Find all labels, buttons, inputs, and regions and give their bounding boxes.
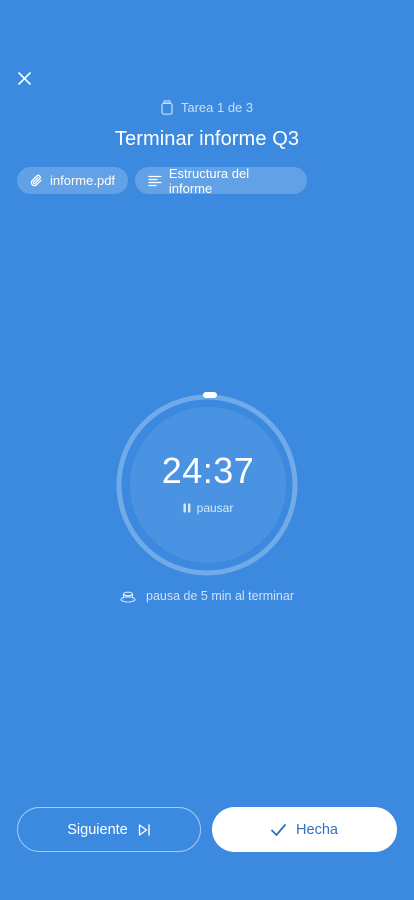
done-label: Hecha xyxy=(296,821,338,838)
checkmark-icon xyxy=(271,823,286,836)
pause-button[interactable]: pausar xyxy=(160,498,256,518)
break-note-label: pausa de 5 min al terminar xyxy=(146,589,294,603)
break-note: pausa de 5 min al terminar xyxy=(0,589,414,603)
next-task-label: Siguiente xyxy=(67,821,128,838)
task-title: Terminar informe Q3 xyxy=(114,128,300,150)
attachment-chip-outline-label: Estructura del informe xyxy=(168,165,250,196)
timer-value: 24:37 xyxy=(161,450,255,491)
done-button[interactable]: Hecha xyxy=(212,807,397,852)
text-lines-icon xyxy=(148,175,162,186)
timer-progress-marker xyxy=(203,392,217,398)
close-icon xyxy=(17,71,31,85)
task-counter-label: Tarea 1 de 3 xyxy=(180,100,254,115)
task-jar-icon xyxy=(161,100,173,115)
pause-label: pausar xyxy=(196,501,234,515)
task-counter: Tarea 1 de 3 xyxy=(0,100,414,115)
skip-next-icon xyxy=(138,823,150,836)
attachment-chip-outline[interactable]: Estructura del informe xyxy=(135,165,307,196)
next-task-button[interactable]: Siguiente xyxy=(17,807,201,852)
attachment-chip-file-label: informe.pdf xyxy=(50,173,116,188)
paperclip-icon xyxy=(30,174,42,186)
close-button[interactable] xyxy=(12,66,36,90)
attachment-chip-file[interactable]: informe.pdf xyxy=(17,167,128,194)
pause-icon xyxy=(183,503,191,513)
coffee-cup-icon xyxy=(120,591,136,603)
